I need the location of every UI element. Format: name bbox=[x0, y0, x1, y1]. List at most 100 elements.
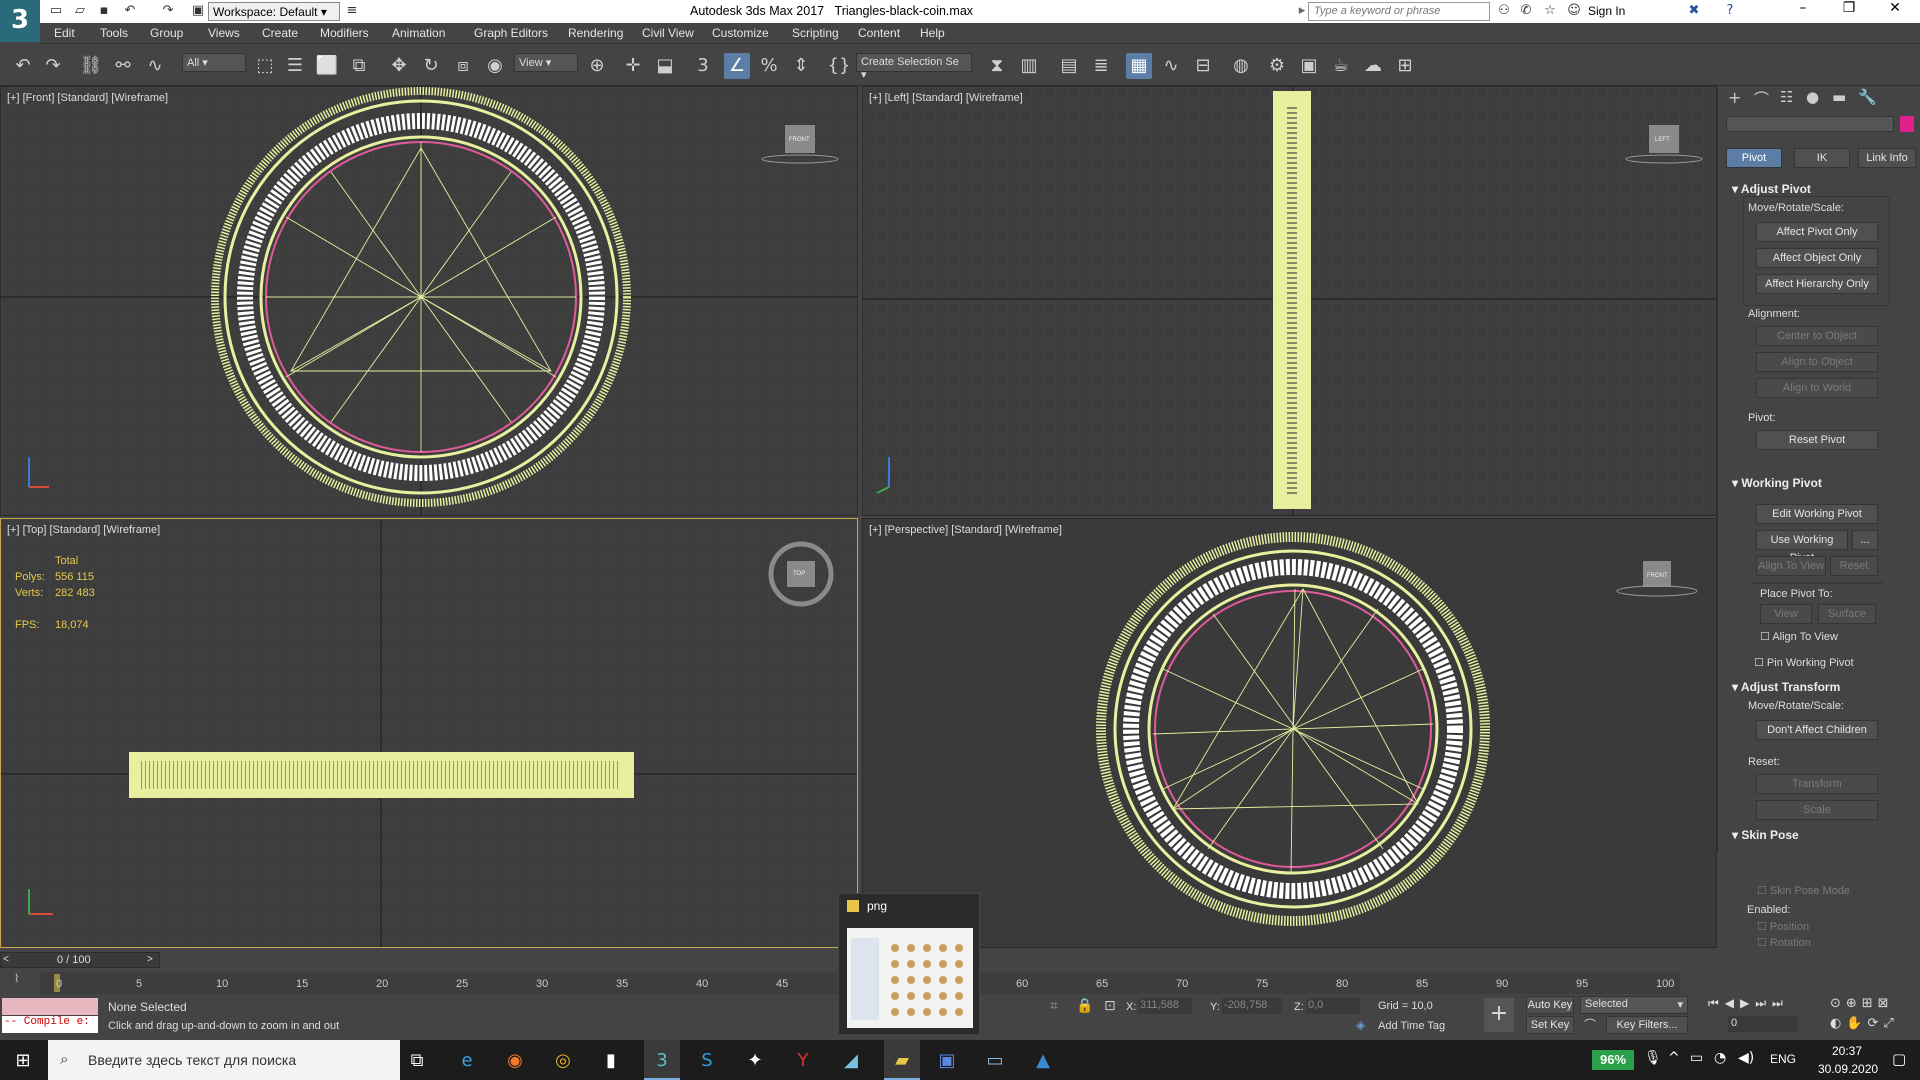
render-setup-icon[interactable]: ⚙ bbox=[1264, 53, 1290, 79]
next-frame-arrow[interactable]: > bbox=[147, 954, 153, 965]
material-editor-icon[interactable]: ◍ bbox=[1228, 53, 1254, 79]
taskbar-search-box[interactable]: ⌕ Введите здесь текст для поиска bbox=[48, 1040, 400, 1080]
3dsmax-logo[interactable]: 3 bbox=[0, 0, 40, 42]
viewcube-front[interactable]: FRONT bbox=[789, 137, 810, 143]
add-time-tag[interactable]: Add Time Tag bbox=[1378, 1020, 1445, 1032]
place-surface-button[interactable]: Surface bbox=[1818, 604, 1876, 624]
volume-icon[interactable]: ◀) bbox=[1738, 1050, 1754, 1066]
viewcube-top[interactable]: TOP bbox=[793, 571, 805, 577]
maxscript-output[interactable]: -- Compile e: bbox=[2, 1016, 98, 1033]
move-icon[interactable]: ✥ bbox=[386, 53, 412, 79]
center-to-object-button[interactable]: Center to Object bbox=[1756, 326, 1878, 346]
playback-controls[interactable]: ⏮◀▶⏭⏭ bbox=[1708, 996, 1789, 1011]
viewport-top[interactable]: [+] [Top] [Standard] [Wireframe] TOP Tot… bbox=[0, 518, 858, 948]
affect-object-only-button[interactable]: Affect Object Only bbox=[1756, 248, 1878, 268]
viewport-label[interactable]: [+] [Left] [Standard] [Wireframe] bbox=[869, 92, 1023, 104]
customize-toolbar-icon[interactable]: ≡ bbox=[344, 3, 360, 19]
object-color-swatch[interactable] bbox=[1900, 116, 1914, 132]
task-view-icon[interactable]: ⧉ bbox=[404, 1048, 430, 1074]
viewport-label[interactable]: [+] [Perspective] [Standard] [Wireframe] bbox=[869, 524, 1062, 536]
chrome-icon[interactable]: ◎ bbox=[550, 1048, 576, 1074]
communication-icon[interactable]: ✆ bbox=[1518, 3, 1534, 19]
ref-coord-dropdown[interactable]: View ▾ bbox=[514, 53, 578, 72]
auto-key-button[interactable]: Auto Key bbox=[1526, 996, 1574, 1014]
prev-frame-arrow[interactable]: < bbox=[3, 954, 9, 965]
time-slider[interactable]: < 0 / 100 > bbox=[0, 952, 160, 968]
named-selection-dropdown[interactable]: Create Selection Se ▾ bbox=[856, 53, 972, 81]
favorites-star-icon[interactable]: ☆ bbox=[1542, 3, 1558, 19]
reset-scale-button[interactable]: Scale bbox=[1756, 800, 1878, 820]
working-pivot-header[interactable]: ▾ Working Pivot bbox=[1732, 476, 1822, 490]
rotation-checkbox[interactable]: ☐ Rotation bbox=[1757, 936, 1811, 949]
menu-help[interactable]: Help bbox=[920, 26, 945, 40]
current-frame-field[interactable]: 0 bbox=[1728, 1016, 1798, 1032]
keyboard-shortcut-icon[interactable]: ⬓ bbox=[652, 53, 678, 79]
set-key-big-button[interactable]: + bbox=[1484, 998, 1514, 1032]
affect-pivot-only-button[interactable]: Affect Pivot Only bbox=[1756, 222, 1878, 242]
window-app-icon[interactable]: ▭ bbox=[982, 1048, 1008, 1074]
rotate-icon[interactable]: ↻ bbox=[418, 53, 444, 79]
menu-graph-editors[interactable]: Graph Editors bbox=[474, 26, 548, 40]
skin-pose-header[interactable]: ▾ Skin Pose bbox=[1732, 828, 1799, 842]
curve-editor-mini-icon[interactable]: ⌇ bbox=[14, 972, 19, 985]
menu-modifiers[interactable]: Modifiers bbox=[320, 26, 369, 40]
maximize-button[interactable]: ❐ bbox=[1826, 0, 1872, 23]
floppy-icon[interactable]: ▣ bbox=[934, 1048, 960, 1074]
minimize-button[interactable]: – bbox=[1780, 0, 1826, 23]
firefox-icon[interactable]: ◉ bbox=[502, 1048, 528, 1074]
open-file-icon[interactable]: ▱ bbox=[72, 3, 88, 19]
key-filter-icon[interactable]: ⌒ bbox=[1584, 1016, 1596, 1033]
align-icon[interactable]: ▥ bbox=[1016, 53, 1042, 79]
mirror-icon[interactable]: ⧗ bbox=[984, 53, 1010, 79]
place-icon[interactable]: ◉ bbox=[482, 53, 508, 79]
window-crossing-icon[interactable]: ⧉ bbox=[346, 53, 372, 79]
curve-editor-icon[interactable]: ∿ bbox=[1158, 53, 1184, 79]
skin-pose-mode-checkbox[interactable]: ☐ Skin Pose Mode bbox=[1757, 884, 1850, 897]
clock-date[interactable]: 30.09.2020 bbox=[1818, 1062, 1878, 1076]
z-coord-field[interactable]: 0,0 bbox=[1306, 998, 1360, 1014]
viewport-left[interactable]: [+] [Left] [Standard] [Wireframe] LEFT bbox=[862, 86, 1717, 516]
taskbar-preview-popup[interactable]: png bbox=[838, 893, 980, 1035]
set-key-button[interactable]: Set Key bbox=[1526, 1016, 1574, 1034]
working-pivot-options-button[interactable]: ... bbox=[1852, 530, 1878, 550]
display-tab-icon[interactable]: ▬ bbox=[1832, 88, 1846, 106]
viewport-nav-controls-2[interactable]: ◐✋⟳⤢ bbox=[1830, 1016, 1899, 1031]
bind-spacewarp-icon[interactable]: ∿ bbox=[142, 53, 168, 79]
menu-views[interactable]: Views bbox=[208, 26, 240, 40]
mic-icon[interactable]: 🎙 bbox=[1644, 1050, 1662, 1066]
skype-icon[interactable]: S bbox=[694, 1048, 720, 1074]
motion-tab-icon[interactable]: ● bbox=[1806, 88, 1819, 106]
reset-transform-button[interactable]: Transform bbox=[1756, 774, 1878, 794]
a360-gallery-icon[interactable]: ⊞ bbox=[1392, 53, 1418, 79]
spinner-snap-icon[interactable]: ⇕ bbox=[788, 53, 814, 79]
align-to-world-button[interactable]: Align to World bbox=[1756, 378, 1878, 398]
select-by-name-icon[interactable]: ☰ bbox=[282, 53, 308, 79]
absolute-mode-icon[interactable]: ⊡ bbox=[1104, 998, 1116, 1014]
affect-hierarchy-only-button[interactable]: Affect Hierarchy Only bbox=[1756, 274, 1878, 294]
select-manipulate-icon[interactable]: ✛ bbox=[620, 53, 646, 79]
rendered-frame-icon[interactable]: ▣ bbox=[1296, 53, 1322, 79]
position-checkbox[interactable]: ☐ Position bbox=[1757, 920, 1809, 933]
tab-pivot[interactable]: Pivot bbox=[1726, 148, 1782, 168]
menu-customize[interactable]: Customize bbox=[712, 26, 769, 40]
layer-explorer-icon[interactable]: ≣ bbox=[1088, 53, 1114, 79]
taskbar-3dsmax[interactable]: 3 bbox=[644, 1040, 680, 1080]
align-to-view-checkbox[interactable]: ☐ Align To View bbox=[1760, 630, 1838, 643]
edit-working-pivot-button[interactable]: Edit Working Pivot bbox=[1756, 504, 1878, 524]
language-indicator[interactable]: ENG bbox=[1770, 1052, 1796, 1066]
viewcube-perspective[interactable]: FRONT bbox=[1647, 573, 1668, 579]
close-window-button[interactable]: ✕ bbox=[1872, 0, 1918, 23]
project-folder-icon[interactable]: ▣ bbox=[190, 3, 206, 19]
render-cloud-icon[interactable]: ☁ bbox=[1360, 53, 1386, 79]
modify-tab-icon[interactable]: ⌒ bbox=[1754, 88, 1769, 109]
isolate-icon[interactable]: ⌗ bbox=[1050, 998, 1058, 1014]
battery-icon[interactable]: ▭ bbox=[1690, 1050, 1703, 1066]
tab-ik[interactable]: IK bbox=[1794, 148, 1850, 168]
link-icon[interactable]: ⛓ bbox=[78, 53, 104, 79]
undo-icon[interactable]: ↶ bbox=[122, 3, 138, 19]
tab-link-info[interactable]: Link Info bbox=[1858, 148, 1916, 168]
exchange-icon[interactable]: ✖ bbox=[1686, 3, 1702, 19]
key-filters-button[interactable]: Key Filters... bbox=[1606, 1016, 1688, 1034]
selection-filter-dropdown[interactable]: All ▾ bbox=[182, 53, 246, 72]
utilities-tab-icon[interactable]: 🔧 bbox=[1858, 88, 1877, 106]
